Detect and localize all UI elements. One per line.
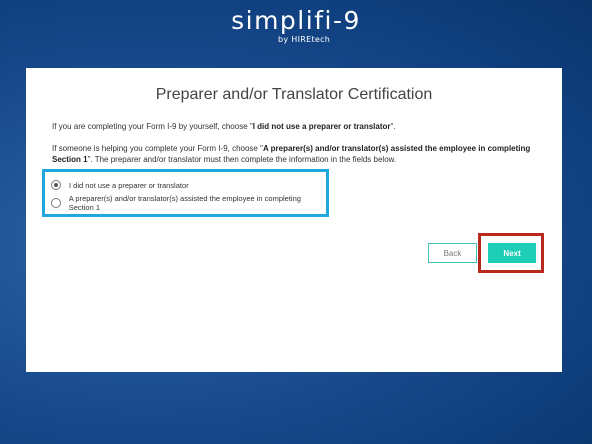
radio-button-selected[interactable]	[51, 180, 61, 190]
instruction-helper-prefix: If someone is helping you complete your …	[52, 144, 263, 153]
certification-card: Preparer and/or Translator Certification…	[26, 68, 562, 372]
option-no-preparer[interactable]: I did not use a preparer or translator	[51, 178, 189, 192]
next-button[interactable]: Next	[488, 243, 536, 263]
instruction-self-prefix: If you are completing your Form I-9 by y…	[52, 122, 253, 131]
page-title: Preparer and/or Translator Certification	[155, 86, 433, 103]
option-no-preparer-label: I did not use a preparer or translator	[69, 180, 189, 190]
radio-button[interactable]	[51, 198, 61, 208]
brand-logo: simplifi-9	[0, 6, 592, 36]
back-button[interactable]: Back	[428, 243, 477, 263]
logo-subtitle: by HIREtech	[278, 35, 331, 44]
instruction-helper-suffix: ". The preparer and/or translator must t…	[87, 154, 397, 164]
instruction-helper: If someone is helping you complete your …	[52, 144, 532, 165]
instruction-self-bold: I did not use a preparer or translator	[252, 122, 391, 131]
option-preparer-assisted-label: A preparer(s) and/or translator(s) assis…	[68, 194, 301, 212]
logo-wordmark: simplifi-9	[231, 6, 361, 35]
instruction-self-suffix: ".	[390, 122, 396, 131]
instruction-self: If you are completing your Form I-9 by y…	[52, 122, 532, 133]
option-preparer-assisted[interactable]: A preparer(s) and/or translator(s) assis…	[51, 194, 326, 212]
preparer-options-group: I did not use a preparer or translator A…	[42, 169, 329, 217]
